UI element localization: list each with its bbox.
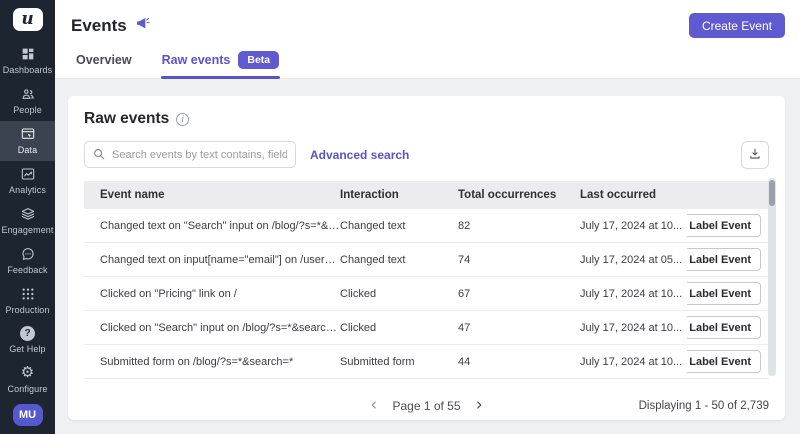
search-icon [92, 147, 106, 166]
interaction-cell: Clicked [340, 322, 458, 334]
question-mark-icon: ? [20, 326, 35, 341]
last-occurred-cell: July 17, 2024 at 10... [580, 220, 687, 232]
search-input[interactable] [84, 141, 296, 168]
gear-icon: ⚙ [21, 365, 34, 381]
sidebar-item-label: Engagement [1, 225, 53, 235]
event-name-cell: Clicked on "Pricing" link on / [84, 288, 340, 300]
interaction-cell: Submitted form [340, 356, 458, 368]
label-event-button[interactable]: Label Event [687, 350, 761, 373]
table-footer: Page 1 of 55 Displaying 1 - 50 of 2,739 [84, 394, 769, 418]
total-occurrences-cell: 82 [458, 220, 580, 232]
page-indicator: Page 1 of 55 [392, 399, 460, 413]
tab-bar: Overview Raw events Beta [55, 40, 800, 79]
event-name-cell: Submitted form on /blog/?s=*&search=* [84, 356, 340, 368]
table-row: Changed text on "Search" input on /blog/… [84, 209, 769, 243]
info-icon[interactable]: i [176, 113, 189, 126]
sidebar-item-analytics[interactable]: Analytics [0, 161, 55, 201]
sidebar: u Dashboards People Data Analytics [0, 0, 55, 434]
label-event-button[interactable]: Label Event [687, 214, 761, 237]
chat-bubble-icon [20, 246, 36, 262]
column-header-interaction: Interaction [340, 189, 458, 201]
total-occurrences-cell: 67 [458, 288, 580, 300]
column-header-last-occurred: Last occurred [580, 189, 687, 201]
main-area: Events Create Event Overview Raw events … [55, 0, 800, 434]
tab-overview[interactable]: Overview [75, 40, 133, 78]
column-header-total-occurrences: Total occurrences [458, 189, 580, 201]
sidebar-item-label: Production [5, 305, 49, 315]
chevron-left-icon [368, 399, 380, 414]
table-row: Clicked on "Pricing" link on / Clicked 6… [84, 277, 769, 311]
vertical-scrollbar-thumb[interactable] [769, 180, 775, 206]
page-title: Events [71, 16, 127, 36]
people-icon [20, 86, 36, 102]
download-button[interactable] [741, 141, 769, 169]
event-name-cell: Changed text on input[name="email"] on /… [84, 254, 340, 266]
label-event-button[interactable]: Label Event [687, 316, 761, 339]
sidebar-item-get-help[interactable]: ? Get Help [0, 321, 55, 360]
panel-title: Raw events [84, 110, 169, 128]
previous-page-button[interactable] [366, 397, 382, 416]
last-occurred-cell: July 17, 2024 at 10... [580, 288, 687, 300]
interaction-cell: Changed text [340, 254, 458, 266]
dashboards-grid-icon [20, 46, 36, 62]
sidebar-item-label: Dashboards [3, 65, 53, 75]
event-name-cell: Changed text on "Search" input on /blog/… [84, 220, 340, 232]
sidebar-item-data[interactable]: Data [0, 121, 55, 161]
sidebar-item-label: Get Help [9, 344, 45, 354]
raw-events-table: Event name Interaction Total occurrences… [84, 181, 769, 379]
event-name-cell: Clicked on "Search" input on /blog/?s=*&… [84, 322, 340, 334]
sidebar-item-label: Data [18, 145, 37, 155]
pagination: Page 1 of 55 [366, 397, 486, 416]
megaphone-icon [135, 15, 151, 36]
sidebar-item-configure[interactable]: ⚙ Configure [0, 360, 55, 400]
content-area: Raw events i Advanced search [55, 79, 800, 434]
table-row: Clicked on "Search" input on /blog/?s=*&… [84, 311, 769, 345]
interaction-cell: Changed text [340, 220, 458, 232]
table-row: Changed text on input[name="email"] on /… [84, 243, 769, 277]
total-occurrences-cell: 47 [458, 322, 580, 334]
displaying-count: Displaying 1 - 50 of 2,739 [639, 400, 769, 412]
column-header-event-name: Event name [84, 189, 340, 201]
analytics-chart-icon [20, 166, 36, 182]
sidebar-item-people[interactable]: People [0, 81, 55, 121]
app-window: u Dashboards People Data Analytics [0, 0, 800, 434]
total-occurrences-cell: 74 [458, 254, 580, 266]
total-occurrences-cell: 44 [458, 356, 580, 368]
interaction-cell: Clicked [340, 288, 458, 300]
create-event-button[interactable]: Create Event [689, 13, 785, 38]
download-icon [748, 147, 762, 164]
table-row: Submitted form on /blog/?s=*&search=* Su… [84, 345, 769, 379]
label-event-button[interactable]: Label Event [687, 282, 761, 305]
userpilot-logo[interactable]: u [13, 8, 43, 31]
sidebar-item-feedback[interactable]: Feedback [0, 241, 55, 281]
table-body: Changed text on "Search" input on /blog/… [84, 209, 769, 379]
user-avatar[interactable]: MU [13, 404, 43, 427]
last-occurred-cell: July 17, 2024 at 10... [580, 356, 687, 368]
tab-label: Overview [76, 53, 132, 67]
sidebar-item-label: Configure [8, 384, 48, 394]
chevron-right-icon [473, 399, 485, 414]
layers-icon [20, 206, 36, 222]
sidebar-item-production[interactable]: Production [0, 281, 55, 321]
sidebar-item-label: People [13, 105, 42, 115]
vertical-scrollbar-track[interactable] [768, 178, 776, 376]
sidebar-item-label: Analytics [9, 185, 46, 195]
table-header-row: Event name Interaction Total occurrences… [84, 181, 769, 209]
dots-grid-icon [20, 286, 36, 302]
data-window-cursor-icon [20, 126, 36, 142]
beta-badge: Beta [238, 51, 279, 69]
next-page-button[interactable] [471, 397, 487, 416]
top-bar: Events Create Event Overview Raw events … [55, 0, 800, 79]
search-box [84, 141, 296, 168]
label-event-button[interactable]: Label Event [687, 248, 761, 271]
raw-events-panel: Raw events i Advanced search [68, 96, 785, 420]
sidebar-item-dashboards[interactable]: Dashboards [0, 41, 55, 81]
advanced-search-link[interactable]: Advanced search [310, 148, 409, 162]
last-occurred-cell: July 17, 2024 at 10... [580, 322, 687, 334]
last-occurred-cell: July 17, 2024 at 05... [580, 254, 687, 266]
tab-label: Raw events [162, 53, 231, 67]
tab-raw-events[interactable]: Raw events Beta [161, 40, 281, 78]
sidebar-item-label: Feedback [7, 265, 47, 275]
sidebar-item-engagement[interactable]: Engagement [0, 201, 55, 241]
